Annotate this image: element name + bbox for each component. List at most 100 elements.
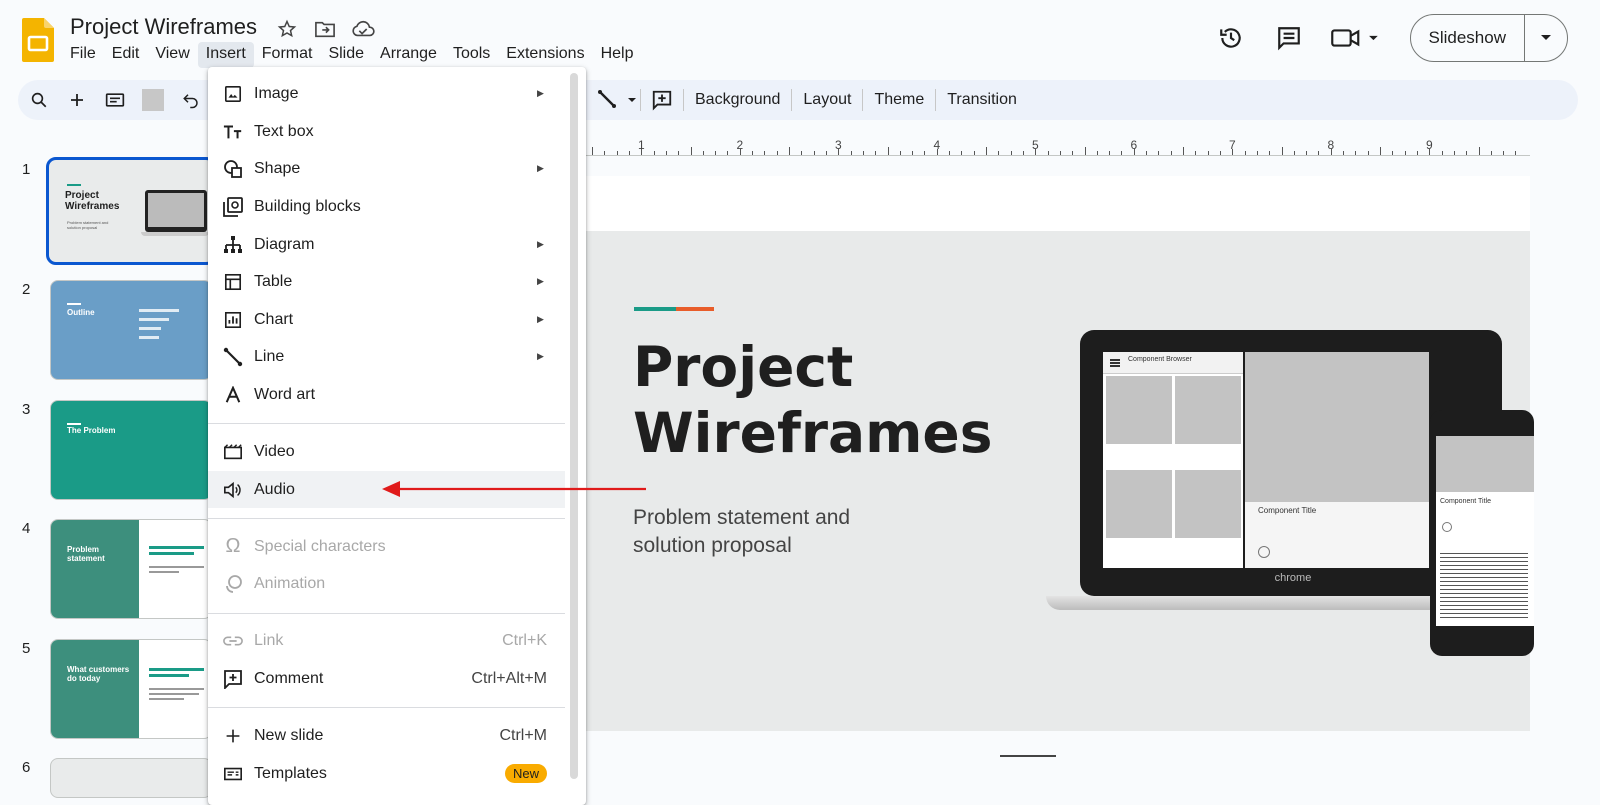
slideshow-button[interactable]: Slideshow — [1409, 14, 1568, 62]
submenu-arrow-icon: ▶ — [537, 88, 544, 98]
ruler-tick — [813, 151, 815, 155]
audio-icon — [222, 479, 244, 501]
menu-item-video[interactable]: Video — [208, 433, 565, 470]
menu-item-templates[interactable]: Templates New — [208, 755, 565, 792]
ruler-tick — [949, 151, 951, 155]
slideshow-label[interactable]: Slideshow — [1411, 15, 1525, 61]
menu-slide[interactable]: Slide — [320, 42, 372, 68]
slide-title-line1: Project — [633, 335, 854, 399]
ruler-tick — [1392, 151, 1394, 155]
slide-thumbnail-4[interactable]: Problem statement — [50, 519, 212, 619]
menu-arrange[interactable]: Arrange — [372, 42, 445, 68]
line-icon — [222, 346, 244, 368]
toolbar-divider — [142, 89, 164, 111]
slide-thumbnail-1[interactable]: Project Wireframes Problem statement and… — [46, 157, 216, 265]
menu-item-animation[interactable]: Animation — [208, 565, 565, 602]
menu-help[interactable]: Help — [593, 42, 642, 68]
menu-item-link[interactable]: Link Ctrl+K — [208, 622, 565, 659]
cloud-saved-icon[interactable] — [350, 16, 376, 42]
slide-thumbnail-3[interactable]: The Problem — [50, 400, 212, 500]
move-folder-icon[interactable] — [312, 16, 338, 42]
ruler-tick — [998, 151, 1000, 155]
phone-illustration: Component Title — [1430, 410, 1534, 658]
slide-thumbnail-5[interactable]: What customers do today — [50, 639, 212, 739]
slide-number: 1 — [22, 161, 31, 178]
ruler-label: 4 — [933, 138, 941, 152]
new-slide-plus-icon[interactable] — [66, 89, 88, 111]
menu-item-word-art[interactable]: Word art — [208, 376, 565, 413]
menu-item-building-blocks[interactable]: Building blocks — [208, 188, 565, 225]
transition-button[interactable]: Transition — [936, 91, 1028, 109]
ruler-tick — [1170, 151, 1172, 155]
ruler-tick — [850, 151, 852, 155]
ruler-tick — [715, 151, 717, 155]
ruler-tick — [1121, 151, 1123, 155]
slide-thumbnail-2[interactable]: Outline — [50, 280, 212, 380]
menu-view[interactable]: View — [147, 42, 197, 68]
ruler-tick — [1490, 151, 1492, 155]
menu-item-text-box[interactable]: Text box — [208, 113, 565, 150]
slide-title[interactable]: Project Wireframes — [633, 334, 992, 466]
menu-item-special-characters[interactable]: Ω Special characters — [208, 528, 565, 565]
ruler-tick — [1109, 151, 1111, 155]
ruler-tick — [604, 151, 606, 155]
slide-subtitle-line1: Problem statement and — [633, 506, 851, 529]
slide-thumbnail-6[interactable] — [50, 758, 212, 798]
slides-logo-icon[interactable] — [22, 18, 54, 62]
layout-icon[interactable] — [104, 89, 126, 111]
menu-item-diagram[interactable]: Diagram ▶ — [208, 226, 565, 263]
slide-number: 5 — [22, 640, 31, 657]
notes-resize-handle[interactable] — [1000, 755, 1056, 757]
component-title: Component Title — [1258, 506, 1317, 515]
insert-comment-icon[interactable] — [651, 89, 673, 111]
ruler-tick — [1022, 151, 1024, 155]
ruler-tick — [1096, 151, 1098, 155]
search-menus-icon[interactable] — [28, 89, 50, 111]
comments-icon[interactable] — [1269, 18, 1309, 58]
speaker-notes-area — [586, 731, 1530, 781]
ruler-tick — [1367, 151, 1369, 155]
version-history-icon[interactable] — [1211, 18, 1251, 58]
thumb-subtitle: Problem statement and solution proposal — [67, 220, 109, 230]
ruler-tick — [1244, 151, 1246, 155]
undo-icon[interactable] — [180, 89, 202, 111]
theme-button[interactable]: Theme — [863, 91, 935, 109]
menu-item-table[interactable]: Table ▶ — [208, 263, 565, 300]
ruler-tick — [862, 151, 864, 155]
ruler-tick — [653, 151, 655, 155]
menu-item-chart[interactable]: Chart ▶ — [208, 301, 565, 338]
accent-bar-orange — [676, 307, 714, 311]
background-button[interactable]: Background — [684, 91, 791, 109]
menu-edit[interactable]: Edit — [104, 42, 148, 68]
ruler-tick — [1343, 151, 1345, 155]
menu-item-shape[interactable]: Shape ▶ — [208, 150, 565, 187]
document-title[interactable]: Project Wireframes — [70, 14, 257, 40]
ruler-tick — [678, 151, 680, 155]
ruler-tick — [1404, 151, 1406, 155]
line-tool-icon[interactable] — [596, 89, 640, 111]
table-icon — [222, 271, 244, 293]
menu-insert[interactable]: Insert — [197, 42, 254, 68]
accent-bar-teal — [634, 307, 676, 311]
meet-camera-icon[interactable] — [1327, 18, 1383, 58]
star-icon[interactable] — [274, 16, 300, 42]
menu-item-comment[interactable]: Comment Ctrl+Alt+M — [208, 660, 565, 697]
menu-scrollbar[interactable] — [570, 73, 578, 779]
layout-button[interactable]: Layout — [792, 91, 862, 109]
menu-item-new-slide[interactable]: New slide Ctrl+M — [208, 717, 565, 754]
image-icon — [222, 83, 244, 105]
menu-format[interactable]: Format — [254, 42, 321, 68]
menu-item-image[interactable]: Image ▶ — [208, 75, 565, 112]
slide-subtitle[interactable]: Problem statement and solution proposal — [633, 504, 850, 560]
menu-item-line[interactable]: Line ▶ — [208, 338, 565, 375]
menu-tools[interactable]: Tools — [445, 42, 498, 68]
chevron-down-icon[interactable] — [1525, 15, 1567, 61]
ruler-tick — [1195, 151, 1197, 155]
ruler-tick — [1256, 151, 1258, 155]
menu-file[interactable]: File — [62, 42, 104, 68]
ruler-tick — [1207, 151, 1209, 155]
ruler-tick — [789, 147, 790, 155]
ruler-label: 1 — [638, 138, 645, 152]
menu-bar: File Edit View Insert Format Slide Arran… — [62, 42, 641, 68]
menu-extensions[interactable]: Extensions — [498, 42, 592, 68]
